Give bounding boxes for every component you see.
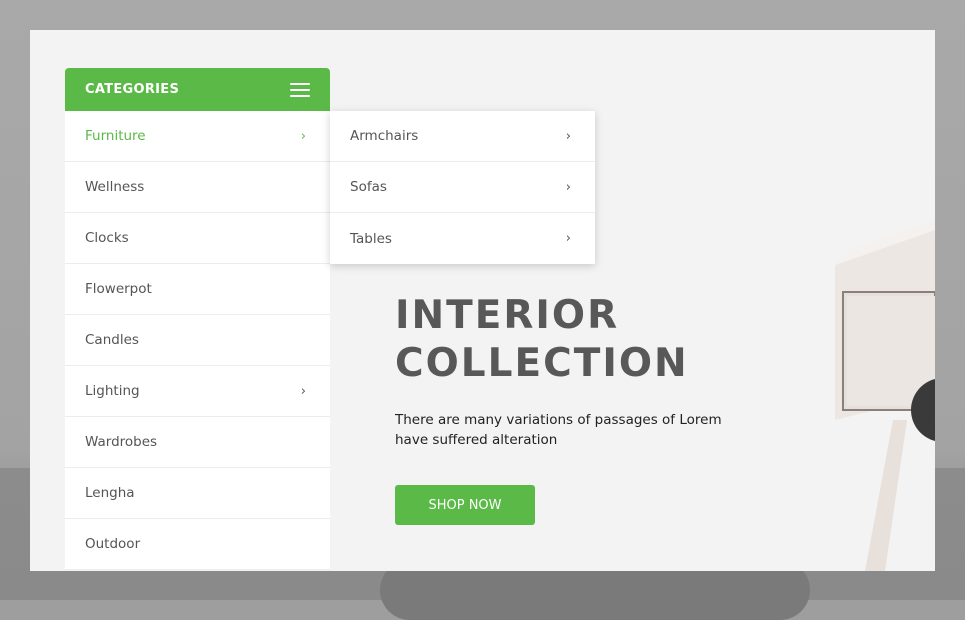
chevron-right-icon: › bbox=[565, 179, 571, 195]
nightstand-image bbox=[835, 220, 935, 571]
chevron-right-icon: › bbox=[300, 128, 306, 144]
hero-title-line1: INTERIOR bbox=[395, 293, 620, 338]
category-item-lengha[interactable]: Lengha bbox=[65, 468, 330, 519]
category-label: Flowerpot bbox=[85, 281, 152, 297]
submenu-item-armchairs[interactable]: Armchairs › bbox=[330, 111, 595, 162]
category-item-furniture[interactable]: Furniture › bbox=[65, 111, 330, 162]
categories-header[interactable]: CATEGORIES bbox=[65, 68, 330, 111]
shop-now-button[interactable]: SHOP NOW bbox=[395, 485, 535, 525]
submenu-list: Armchairs › Sofas › Tables › bbox=[330, 111, 595, 264]
hero-content: INTERIOR COLLECTION There are many varia… bbox=[395, 292, 755, 525]
chevron-right-icon: › bbox=[565, 231, 571, 246]
submenu-label: Tables bbox=[350, 230, 392, 247]
category-label: Clocks bbox=[85, 230, 129, 246]
submenu-item-tables[interactable]: Tables › bbox=[330, 213, 595, 264]
chevron-right-icon: › bbox=[300, 383, 306, 399]
category-item-outdoor[interactable]: Outdoor bbox=[65, 519, 330, 570]
category-item-clocks[interactable]: Clocks bbox=[65, 213, 330, 264]
submenu-label: Sofas bbox=[350, 179, 387, 195]
category-item-flowerpot[interactable]: Flowerpot bbox=[65, 264, 330, 315]
chevron-right-icon: › bbox=[565, 128, 571, 144]
category-label: Lighting bbox=[85, 383, 140, 399]
category-label: Wellness bbox=[85, 179, 145, 195]
hamburger-icon[interactable] bbox=[290, 82, 310, 97]
category-item-wardrobes[interactable]: Wardrobes bbox=[65, 417, 330, 468]
submenu-label: Armchairs bbox=[350, 128, 419, 144]
hero-description: There are many variations of passages of… bbox=[395, 412, 722, 448]
furniture-submenu: Armchairs › Sofas › Tables › bbox=[330, 111, 595, 264]
category-label: Lengha bbox=[85, 485, 135, 501]
category-label: Furniture bbox=[85, 128, 146, 144]
category-label: Outdoor bbox=[85, 536, 141, 552]
hero-banner: CATEGORIES Furniture › Wellness Clocks F… bbox=[30, 30, 935, 571]
category-item-candles[interactable]: Candles bbox=[65, 315, 330, 366]
category-label: Candles bbox=[85, 332, 139, 348]
submenu-item-sofas[interactable]: Sofas › bbox=[330, 162, 595, 213]
hero-title: INTERIOR COLLECTION bbox=[395, 292, 755, 388]
category-item-lighting[interactable]: Lighting › bbox=[65, 366, 330, 417]
categories-list: Furniture › Wellness Clocks Flowerpot Ca… bbox=[65, 111, 330, 570]
categories-title: CATEGORIES bbox=[85, 82, 180, 97]
hero-title-line2: COLLECTION bbox=[395, 341, 689, 386]
categories-menu: CATEGORIES Furniture › Wellness Clocks F… bbox=[65, 68, 330, 570]
category-item-wellness[interactable]: Wellness bbox=[65, 162, 330, 213]
category-label: Wardrobes bbox=[85, 434, 158, 450]
